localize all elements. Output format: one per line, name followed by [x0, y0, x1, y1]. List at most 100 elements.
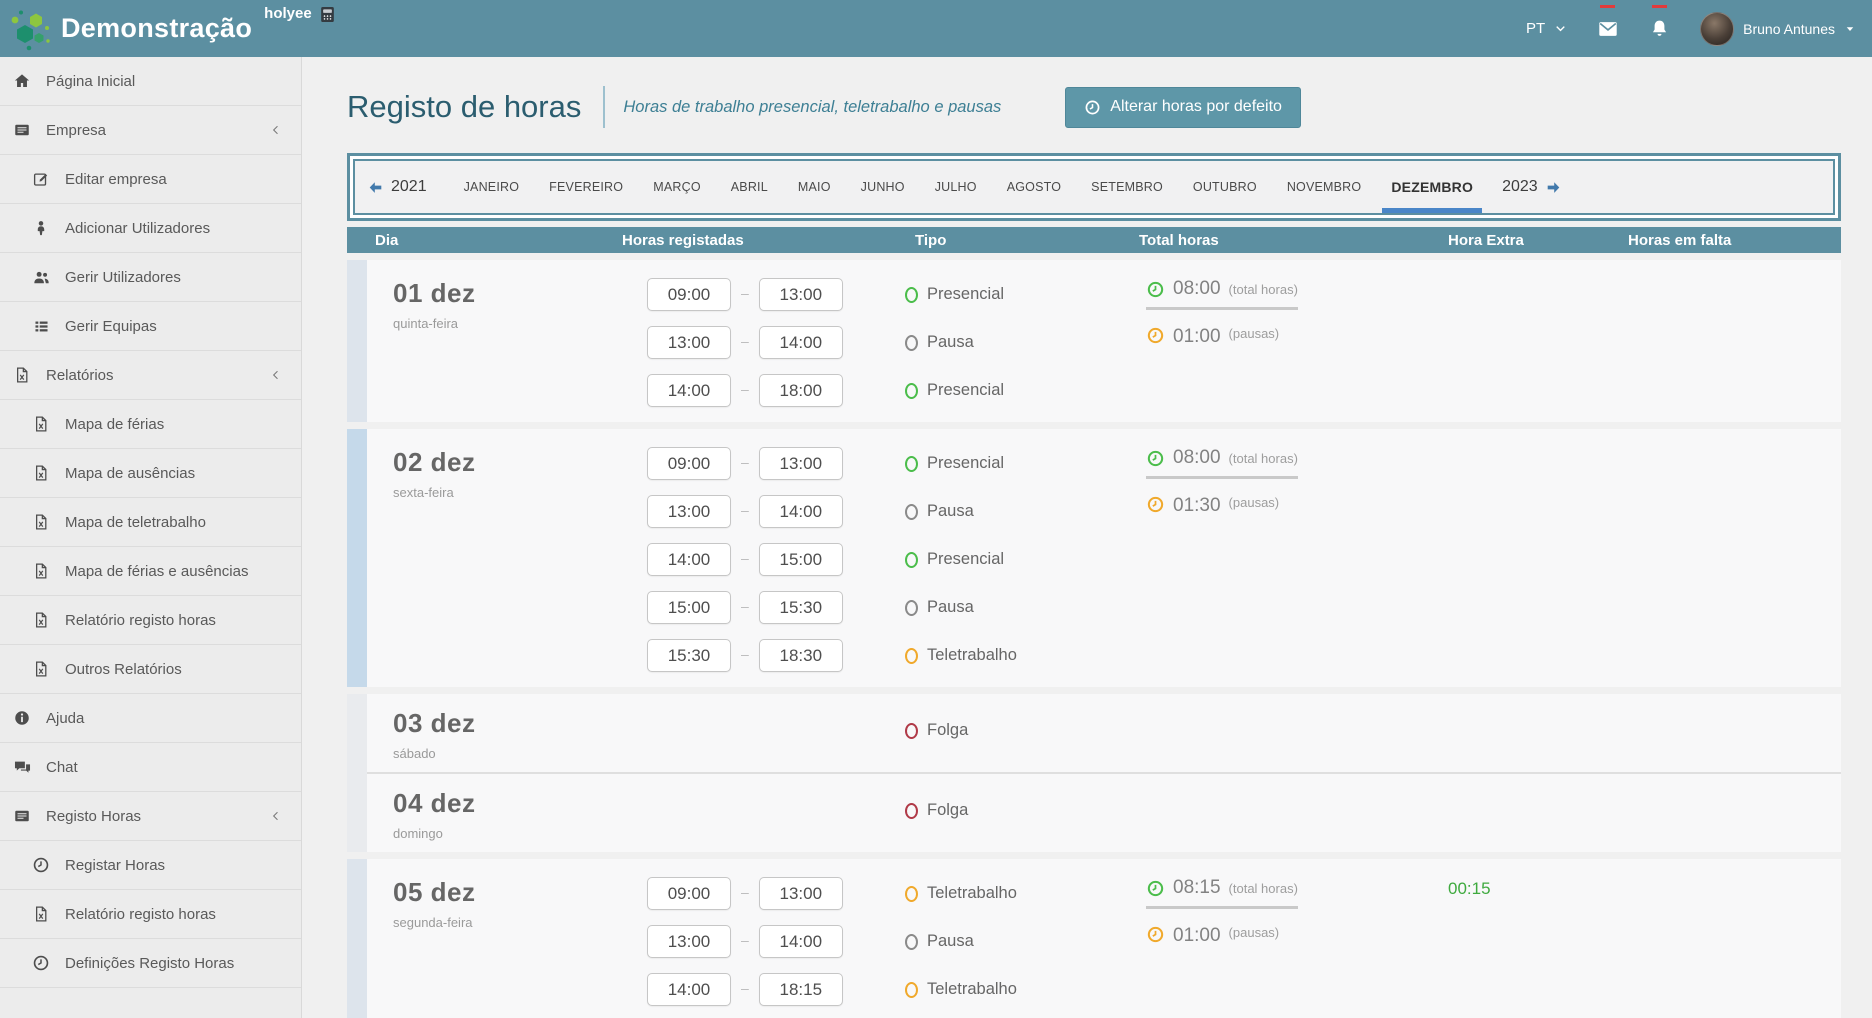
type-selector-presencial[interactable]: Presencial	[863, 447, 1093, 480]
tab-month-setembro[interactable]: SETEMBRO	[1076, 161, 1178, 213]
time-input-start[interactable]	[647, 543, 731, 576]
sidebar-item-adicionar-utilizadores[interactable]: Adicionar Utilizadores	[0, 204, 301, 253]
sidebar-item-relatorio-registo-horas[interactable]: Relatório registo horas	[0, 890, 301, 939]
sidebar-item-gerir-utilizadores[interactable]: Gerir Utilizadores	[0, 253, 301, 302]
type-selector-presencial[interactable]: Presencial	[863, 374, 1093, 407]
time-input-end[interactable]	[759, 591, 843, 624]
time-input-end[interactable]	[759, 374, 843, 407]
change-default-hours-button[interactable]: Alterar horas por defeito	[1065, 87, 1301, 128]
month-tabs-box: 2021 JANEIROFEVEREIROMARÇOABRILMAIOJUNHO…	[347, 153, 1841, 221]
tab-month-junho[interactable]: JUNHO	[846, 161, 920, 213]
day-strip	[347, 859, 367, 1018]
language-selector[interactable]: PT	[1526, 20, 1567, 37]
pause-hours: 01:00(pausas)	[1093, 326, 1393, 374]
sidebar-item-mapa-de-ferias[interactable]: Mapa de férias	[0, 400, 301, 449]
time-input-end[interactable]	[759, 278, 843, 311]
type-radio-ring	[905, 456, 918, 472]
sidebar-item-mapa-de-ausencias[interactable]: Mapa de ausências	[0, 449, 301, 498]
time-input-start[interactable]	[647, 374, 731, 407]
sidebar-item-chat[interactable]: Chat	[0, 743, 301, 792]
sidebar-item-outros-relatorios[interactable]: Outros Relatórios	[0, 645, 301, 694]
time-input-end[interactable]	[759, 543, 843, 576]
sidebar-item-pagina-inicial[interactable]: Página Inicial	[0, 57, 301, 106]
notifications-button[interactable]	[1649, 18, 1670, 39]
type-selector-presencial[interactable]: Presencial	[863, 278, 1093, 311]
sidebar-item-registar-horas[interactable]: Registar Horas	[0, 841, 301, 890]
sidebar-item-gerir-equipas[interactable]: Gerir Equipas	[0, 302, 301, 351]
time-input-start[interactable]	[647, 591, 731, 624]
time-input-end[interactable]	[759, 326, 843, 359]
time-range: –	[607, 543, 863, 591]
type-selector-folga[interactable]: Folga	[863, 708, 1093, 741]
sidebar-item-relatorios[interactable]: Relatórios	[0, 351, 301, 400]
notifications-badge	[1652, 5, 1667, 8]
tab-month-fevereiro[interactable]: FEVEREIRO	[534, 161, 638, 213]
day-date: 04 dez	[393, 788, 607, 819]
type-selector-folga[interactable]: Folga	[863, 788, 1093, 821]
total-hours-line: 08:15(total horas)	[1146, 877, 1298, 909]
time-range: –	[607, 925, 863, 973]
sidebar-item-empresa[interactable]: Empresa	[0, 106, 301, 155]
day-cell: 04 dezdomingo	[367, 788, 607, 852]
time-input-end[interactable]	[759, 973, 843, 1006]
tab-month-maio[interactable]: MAIO	[783, 161, 846, 213]
type-selector-presencial[interactable]: Presencial	[863, 543, 1093, 576]
next-year-button[interactable]: 2023	[1502, 161, 1562, 213]
user-menu[interactable]: Bruno Antunes	[1700, 12, 1856, 46]
type-selector-teletrabalho[interactable]: Teletrabalho	[863, 973, 1093, 1006]
time-input-end[interactable]	[759, 447, 843, 480]
page-subtitle: Horas de trabalho presencial, teletrabal…	[623, 98, 1001, 117]
time-input-start[interactable]	[647, 447, 731, 480]
sidebar-item-relatorio-registo-horas[interactable]: Relatório registo horas	[0, 596, 301, 645]
time-input-start[interactable]	[647, 877, 731, 910]
time-input-start[interactable]	[647, 973, 731, 1006]
type-selector-teletrabalho[interactable]: Teletrabalho	[863, 639, 1093, 672]
time-input-start[interactable]	[647, 495, 731, 528]
sidebar-item-ajuda[interactable]: Ajuda	[0, 694, 301, 743]
type-radio-ring	[905, 723, 918, 739]
tab-month-marco[interactable]: MARÇO	[638, 161, 716, 213]
clock-icon	[1084, 99, 1101, 116]
time-input-end[interactable]	[759, 639, 843, 672]
time-input-end[interactable]	[759, 925, 843, 958]
file-x-icon	[31, 611, 51, 629]
tab-month-abril[interactable]: ABRIL	[716, 161, 783, 213]
time-input-end[interactable]	[759, 495, 843, 528]
time-input-end[interactable]	[759, 877, 843, 910]
sidebar-item-registo-horas[interactable]: Registo Horas	[0, 792, 301, 841]
sidebar-item-editar-empresa[interactable]: Editar empresa	[0, 155, 301, 204]
type-selector-teletrabalho[interactable]: Teletrabalho	[863, 877, 1093, 910]
clock-icon-orange	[1146, 925, 1165, 944]
tab-month-novembro[interactable]: NOVEMBRO	[1272, 161, 1377, 213]
tab-month-outubro[interactable]: OUTUBRO	[1178, 161, 1272, 213]
type-selector-pausa[interactable]: Pausa	[863, 591, 1093, 624]
sidebar-item-label: Adicionar Utilizadores	[65, 220, 210, 237]
messages-button[interactable]	[1597, 18, 1619, 40]
tab-month-agosto[interactable]: AGOSTO	[992, 161, 1076, 213]
tab-month-janeiro[interactable]: JANEIRO	[449, 161, 535, 213]
app-logo[interactable]: Demonstração	[0, 7, 252, 51]
time-input-start[interactable]	[647, 326, 731, 359]
page-header: Registo de horas Horas de trabalho prese…	[302, 57, 1872, 145]
type-selector-pausa[interactable]: Pausa	[863, 326, 1093, 359]
time-range-dash: –	[741, 333, 749, 349]
prev-year-button[interactable]: 2021	[367, 161, 427, 213]
time-input-start[interactable]	[647, 639, 731, 672]
type-selector-pausa[interactable]: Pausa	[863, 495, 1093, 528]
time-input-start[interactable]	[647, 278, 731, 311]
col-horas-em-falta: Horas em falta	[1573, 232, 1841, 249]
sidebar-item-mapa-de-ferias-e-ausencias[interactable]: Mapa de férias e ausências	[0, 547, 301, 596]
clock-icon	[31, 954, 51, 972]
logo-icon	[8, 7, 52, 51]
sidebar-item-mapa-de-teletrabalho[interactable]: Mapa de teletrabalho	[0, 498, 301, 547]
col-dia: Dia	[367, 232, 607, 249]
sidebar-item-definicoes-registo-horas[interactable]: Definições Registo Horas	[0, 939, 301, 988]
total-hours-label: (total horas)	[1229, 881, 1298, 896]
chevron-left-icon	[269, 809, 283, 823]
type-selector-pausa[interactable]: Pausa	[863, 925, 1093, 958]
time-input-start[interactable]	[647, 925, 731, 958]
type-label: Folga	[927, 801, 968, 820]
pause-hours-label: (pausas)	[1229, 925, 1280, 940]
tab-month-julho[interactable]: JULHO	[920, 161, 992, 213]
tab-month-dezembro[interactable]: DEZEMBRO	[1376, 161, 1488, 213]
